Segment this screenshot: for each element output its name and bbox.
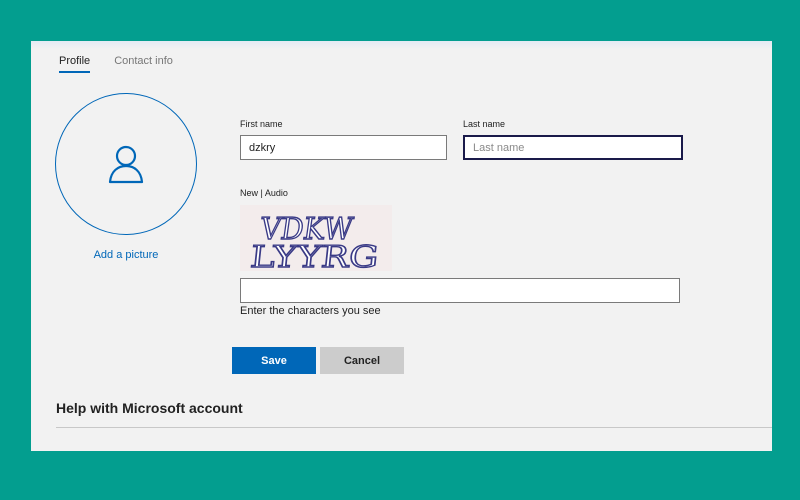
tab-profile[interactable]: Profile bbox=[59, 55, 91, 73]
captcha-audio-link[interactable]: Audio bbox=[265, 188, 288, 198]
captcha-separator: | bbox=[260, 188, 263, 198]
help-heading: Help with Microsoft account bbox=[56, 400, 243, 416]
last-name-field[interactable] bbox=[463, 135, 683, 160]
profile-panel: Profile Contact info Add a picture First… bbox=[31, 41, 772, 451]
tab-contact-info[interactable]: Contact info bbox=[114, 55, 173, 73]
captcha-new-link[interactable]: New bbox=[240, 188, 258, 198]
divider bbox=[56, 427, 772, 428]
captcha-line-2: LYYRG bbox=[249, 240, 381, 271]
save-button[interactable]: Save bbox=[232, 347, 316, 374]
tab-bar: Profile Contact info bbox=[59, 55, 173, 73]
captcha-input[interactable] bbox=[240, 278, 680, 303]
captcha-options: New | Audio bbox=[240, 188, 288, 198]
add-picture-link[interactable]: Add a picture bbox=[55, 249, 197, 261]
person-icon bbox=[108, 145, 144, 184]
cancel-button[interactable]: Cancel bbox=[320, 347, 404, 374]
avatar[interactable] bbox=[55, 93, 197, 235]
captcha-image: VDKW LYYRG bbox=[240, 205, 392, 276]
captcha-hint: Enter the characters you see bbox=[240, 305, 381, 317]
panel-top-fade bbox=[31, 41, 772, 49]
first-name-field[interactable] bbox=[240, 135, 447, 160]
last-name-label: Last name bbox=[463, 119, 506, 129]
first-name-label: First name bbox=[240, 119, 283, 129]
